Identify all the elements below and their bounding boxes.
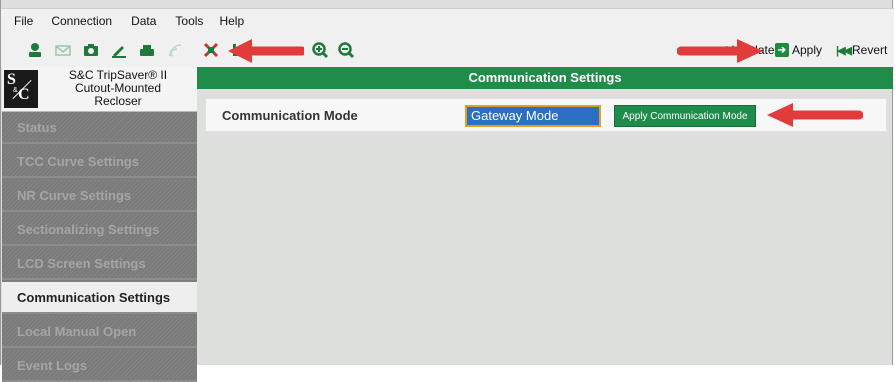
apply-communication-mode-button[interactable]: Apply Communication Mode (614, 105, 756, 127)
menu-connection[interactable]: Connection (51, 14, 112, 28)
sidebar-item-local-manual-open[interactable]: Local Manual Open (2, 316, 197, 348)
revert-button[interactable]: |◀◀ Revert (836, 41, 887, 59)
zoom-out-icon[interactable] (336, 41, 356, 59)
apply-button[interactable]: ➔ Apply (775, 41, 822, 59)
sidebar-item-lcd-screen-settings[interactable]: LCD Screen Settings (2, 248, 197, 280)
menu-file[interactable]: File (14, 14, 33, 28)
sidebar-item-tcc-curve-settings[interactable]: TCC Curve Settings (2, 146, 197, 178)
communication-mode-select[interactable]: Gateway Mode (465, 105, 601, 127)
apply-icon: ➔ (775, 43, 789, 57)
edit-icon[interactable] (109, 41, 129, 59)
disconnect-icon[interactable] (201, 41, 221, 59)
sidebar-item-sectionalizing-settings[interactable]: Sectionalizing Settings (2, 214, 197, 246)
sidebar-item-status[interactable]: Status (2, 112, 197, 144)
annotation-arrow-disconnect (228, 39, 304, 63)
menu-data[interactable]: Data (131, 14, 156, 28)
connect-icon[interactable] (25, 41, 45, 59)
device-header: S & C S&C TripSaver® II Cutout-Mounted Rec… (2, 67, 197, 112)
device-name: S&C TripSaver® II Cutout-Mounted Reclose… (42, 69, 194, 108)
rewind-icon: |◀◀ (836, 44, 852, 57)
menu-bar: File Connection Data Tools Help (1, 8, 894, 33)
app-window: File Connection Data Tools Help ➔ Apply … (0, 0, 894, 382)
zoom-in-icon[interactable] (310, 41, 330, 59)
revert-label: Revert (852, 43, 888, 57)
page-title: Communication Settings (197, 67, 893, 89)
sc-logo: S & C (4, 70, 38, 108)
communication-mode-label: Communication Mode (222, 108, 358, 123)
sidebar-item-nr-curve-settings[interactable]: NR Curve Settings (2, 180, 197, 212)
sidebar-item-communication-settings[interactable]: Communication Settings (2, 282, 197, 314)
apply-label: Apply (792, 43, 823, 57)
print-icon[interactable] (137, 41, 157, 59)
menu-help[interactable]: Help (219, 14, 244, 28)
sidebar-item-event-logs[interactable]: Event Logs (2, 350, 197, 382)
menu-tools[interactable]: Tools (175, 14, 203, 28)
annotation-arrow-apply-mode (767, 103, 863, 127)
mail-icon[interactable] (53, 41, 73, 59)
signal-icon[interactable] (165, 41, 185, 59)
annotation-arrow-apply (677, 39, 763, 63)
camera-icon[interactable] (81, 41, 101, 59)
device-name-line-3: Recloser (94, 94, 142, 108)
sidebar: S & C S&C TripSaver® II Cutout-Mounted Rec… (2, 67, 197, 382)
